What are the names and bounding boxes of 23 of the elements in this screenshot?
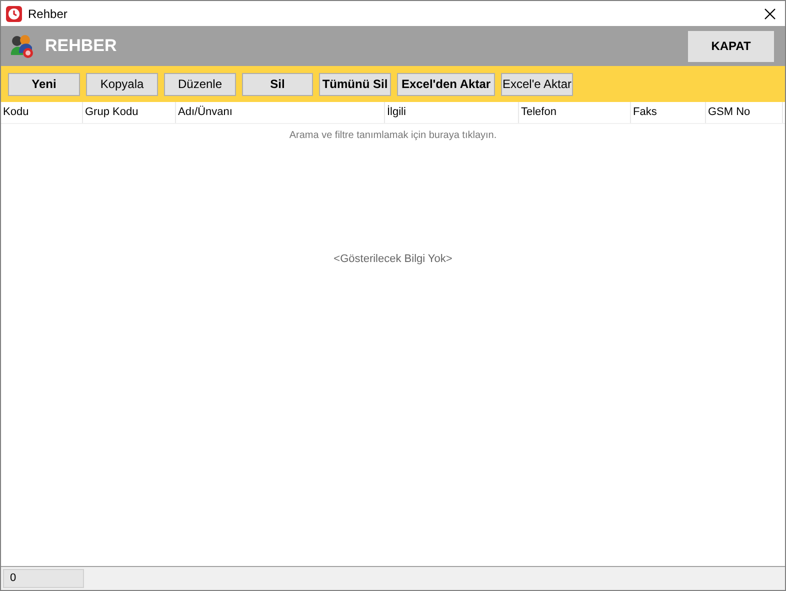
toolbar-button[interactable]: Excel'e Aktar [501,72,573,96]
column-header[interactable]: Faks [631,102,706,123]
people-icon [9,33,35,59]
column-header[interactable]: İlgili [385,102,519,123]
close-button[interactable]: KAPAT [688,30,774,62]
window-title: Rehber [28,6,68,22]
toolbar-button[interactable]: Excel'den Aktar [397,72,495,96]
toolbar-button[interactable]: Tümünü Sil [319,72,391,96]
toolbar-button[interactable]: Sil [242,72,313,96]
record-count: 0 [3,569,84,588]
filter-hint[interactable]: Arama ve filtre tanımlamak için buraya tıklayın. [289,128,497,142]
column-header[interactable]: Kodu [1,102,83,123]
column-header[interactable]: GSM No [706,102,783,123]
app-clock-icon [6,6,22,22]
header-title: REHBER [45,35,117,58]
toolbar-button[interactable]: Kopyala [86,72,158,96]
empty-message: <Gösterilecek Bilgi Yok> [334,252,452,268]
column-header[interactable]: Telefon [519,102,631,123]
close-icon[interactable] [764,8,776,20]
toolbar-button[interactable]: Yeni [8,72,80,96]
toolbar-button[interactable]: Düzenle [164,72,236,96]
column-header[interactable]: Grup Kodu [83,102,176,123]
column-header[interactable]: Adı/Ünvanı [176,102,385,123]
